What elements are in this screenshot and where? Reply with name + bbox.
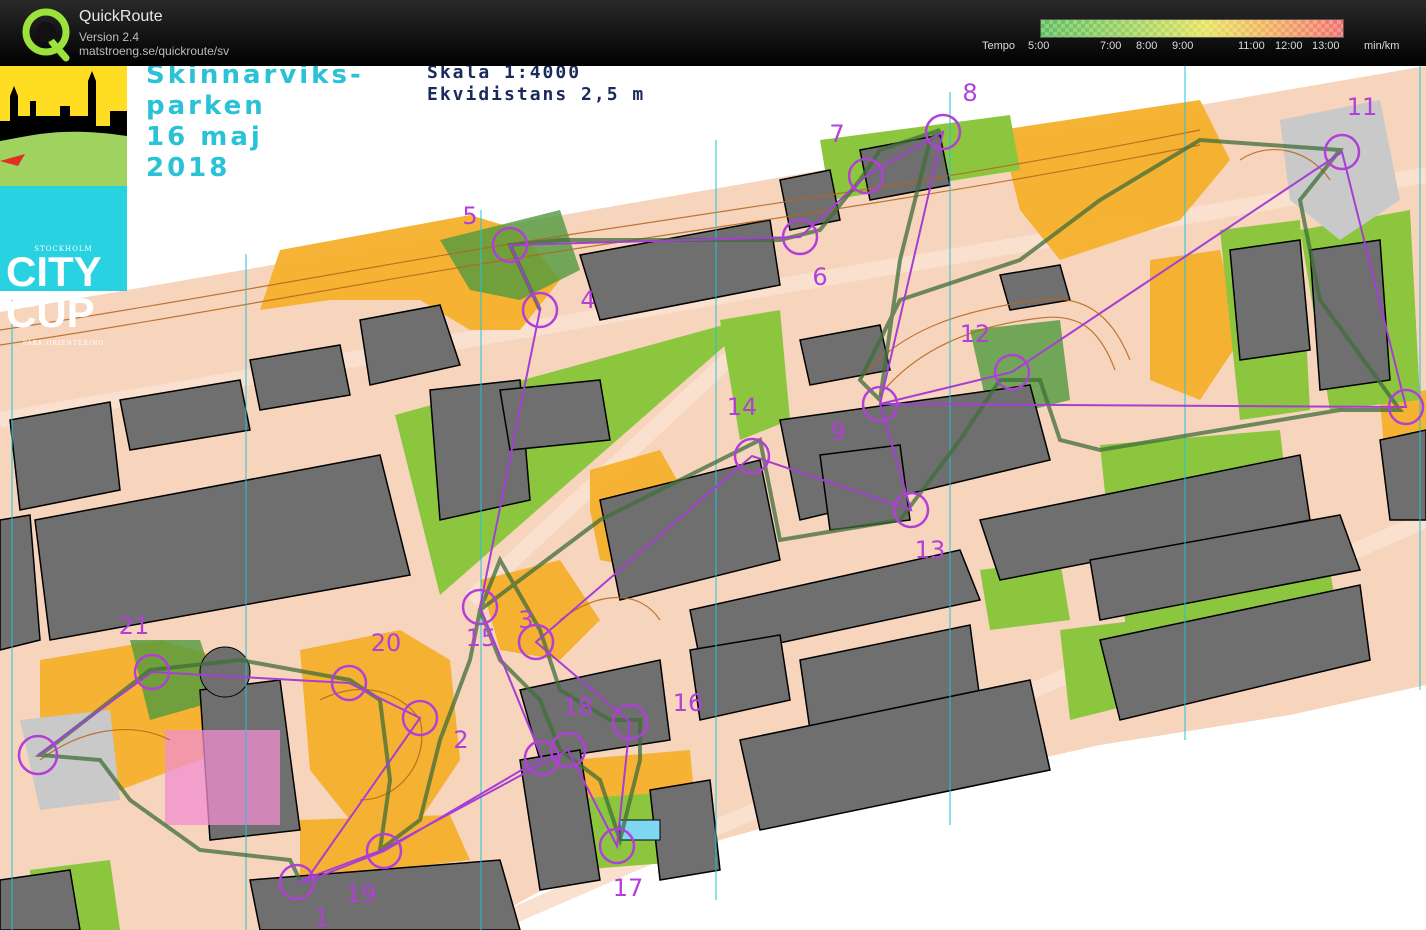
map-equidistance: Ekvidistans 2,5 m [427,84,646,105]
orienteering-map[interactable]: STOCKHOLM CITY CUP PARK ORIENTERING Skin… [0,66,1426,930]
control-number: 7 [829,120,845,148]
tempo-tick: 13:00 [1312,40,1340,52]
quickroute-logo-icon [22,8,70,62]
app-url: matstroeng.se/quickroute/sv [79,44,230,58]
tempo-unit: min/km [1364,40,1400,52]
tempo-tick: 8:00 [1136,40,1158,52]
tempo-tick: 7:00 [1100,40,1122,52]
map-scale: Skala 1:4000 [427,66,582,83]
app-name: QuickRoute [79,8,163,25]
control-number: 15 [465,624,497,652]
cup-bottom-text: PARK ORIENTERING [22,340,105,347]
control-number: 12 [959,320,991,348]
control-number: 4 [580,286,596,314]
control-number: 18 [562,693,594,721]
cup-city-text: CITY [6,248,102,295]
tempo-tick: 5:00 [1028,40,1050,52]
tempo-label: Tempo [982,40,1016,52]
control-number: 9 [830,418,846,446]
control-number: 6 [812,263,828,291]
tempo-tick: 12:00 [1275,40,1303,52]
control-number: 16 [672,689,704,717]
control-number: 11 [1346,93,1378,121]
control-number: 5 [462,202,478,230]
control-number: 2 [453,726,469,754]
app-header: QuickRoute Version 2.4 matstroeng.se/qui… [0,0,1426,66]
control-number: 3 [518,606,534,634]
tempo-color-scale [1040,19,1344,38]
tempo-tick: 11:00 [1238,40,1265,52]
round-building [199,646,251,698]
control-number: 1 [314,904,330,930]
city-skyline-icon [0,66,127,186]
control-number: 14 [726,393,758,421]
cup-cup-text: CUP [6,289,95,336]
control-number: 21 [118,612,150,640]
restricted-area [165,730,280,825]
map-title: Skinnarviks- parken 16 maj 2018 [146,66,364,183]
control-number: 17 [612,874,644,902]
app-version: Version 2.4 [79,30,140,44]
event-logo: STOCKHOLM CITY CUP PARK ORIENTERING [0,66,127,347]
tempo-tick: 9:00 [1172,40,1194,52]
control-number: 13 [914,536,946,564]
control-number: 20 [370,629,402,657]
control-number: 19 [345,880,377,908]
map-graphics [0,66,1426,930]
control-number: 8 [962,79,978,107]
